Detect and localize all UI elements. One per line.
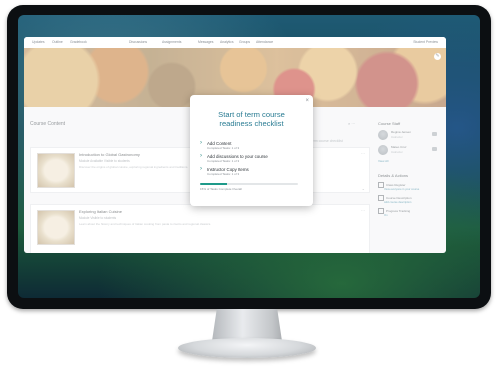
readiness-checklist-modal: × Start of term course readiness checkli…: [190, 95, 313, 206]
close-icon[interactable]: ×: [305, 98, 309, 104]
task-status: Completed Tasks: 1 of 3: [207, 172, 240, 176]
modal-title-line-1: Start of term course: [218, 110, 285, 119]
student-preview-link[interactable]: Student Preview: [413, 40, 438, 44]
chevron-right-icon: ›: [200, 166, 202, 172]
nav-item-discussions[interactable]: Discussions: [129, 40, 147, 44]
nav-item-outline[interactable]: Outline: [52, 40, 63, 44]
task-status: Completed Tasks: 1 of 3: [207, 146, 240, 150]
monitor-stand-base: [178, 338, 316, 358]
task-status: Completed Tasks: 1 of 3: [207, 159, 240, 163]
overall-progress-bar: [200, 183, 298, 185]
chevron-right-icon: ›: [200, 153, 202, 159]
nav-item-groups[interactable]: Groups: [239, 40, 250, 44]
modal-title: Start of term course readiness checklist: [190, 110, 313, 128]
progress-bar-fill: [200, 183, 228, 185]
nav-item-gradebook[interactable]: Gradebook: [70, 40, 87, 44]
nav-item-assignments[interactable]: Assignments: [162, 40, 181, 44]
chevron-right-icon: ›: [200, 140, 202, 146]
progress-label: 15% of Tasks Complete Overall: [200, 187, 242, 191]
modal-title-line-2: readiness checklist: [219, 119, 284, 128]
nav-item-messages[interactable]: Messages: [198, 40, 213, 44]
nav-item-analytics[interactable]: Analytics: [220, 40, 234, 44]
nav-item-updates[interactable]: Updates: [32, 40, 45, 44]
nav-item-attendance[interactable]: Attendance: [256, 40, 273, 44]
